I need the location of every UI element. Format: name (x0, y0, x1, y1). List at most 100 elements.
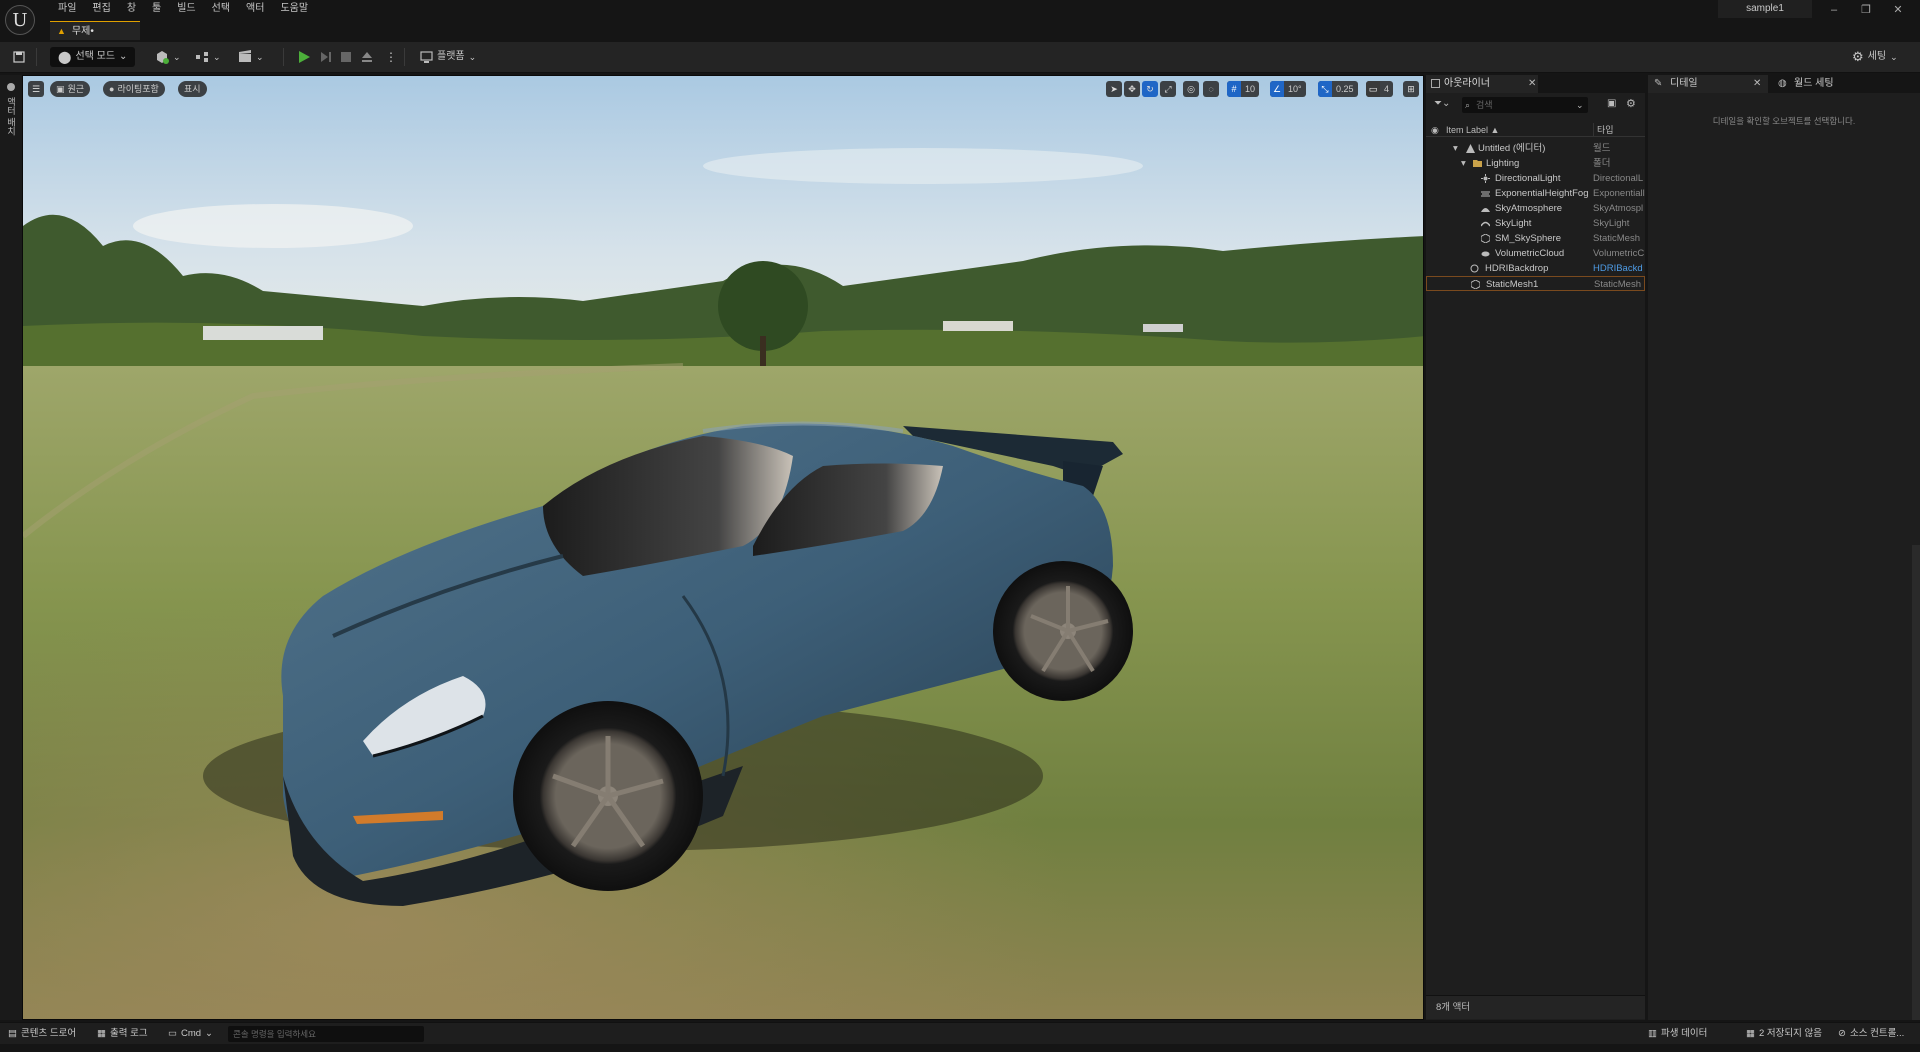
outliner-tab[interactable]: 아웃라이너 ✕ (1426, 75, 1538, 93)
derived-data-button[interactable]: ▥ 파생 데이터 (1648, 1023, 1707, 1045)
menu-edit[interactable]: 편집 (84, 2, 118, 16)
tree-row-directional-light[interactable]: DirectionalLight DirectionalL (1426, 171, 1645, 186)
tree-label: SM_SkySphere (1495, 233, 1562, 244)
col-item-label[interactable]: Item Label ▲ (1446, 123, 1499, 137)
tree-row-lighting-folder[interactable]: ▾ Lighting 폴더 (1426, 156, 1645, 171)
static-mesh-icon (1471, 280, 1480, 289)
close-icon[interactable]: ✕ (1528, 75, 1536, 93)
stop-icon[interactable] (340, 47, 352, 67)
right-scrollbar[interactable] (1912, 545, 1920, 1020)
tree-row-volumetric-cloud[interactable]: VolumetricCloud VolumetricC (1426, 246, 1645, 261)
world-settings-tab[interactable]: ◍ 월드 세팅 (1772, 75, 1882, 93)
viewport-options-icon[interactable]: ☰ (28, 81, 44, 97)
tree-row-static-mesh1[interactable]: StaticMesh1 StaticMesh (1426, 276, 1645, 291)
output-log-label: 출력 로그 (109, 1028, 148, 1039)
maximize-viewport-icon[interactable]: ⊞ (1403, 81, 1419, 97)
step-icon[interactable] (319, 47, 333, 67)
menu-help[interactable]: 도움말 (272, 2, 316, 16)
details-tab-bar: ✎ 디테일 ✕ ◍ 월드 세팅 (1648, 75, 1920, 93)
menu-build[interactable]: 빌드 (169, 2, 203, 16)
add-folder-icon[interactable]: ▣ (1607, 98, 1616, 109)
tree-label: DirectionalLight (1495, 173, 1561, 184)
save-icon[interactable] (13, 47, 25, 67)
output-log-icon: ▦ (97, 1028, 106, 1039)
blueprint-button[interactable]: ⌄ (195, 47, 221, 67)
filter-icon[interactable]: ⏷⌄ (1434, 98, 1450, 109)
settings-button[interactable]: ⚙ 세팅 ⌄ (1852, 47, 1898, 67)
tree-type: Exponentiall (1593, 188, 1645, 199)
source-control-label: 소스 컨트롤... (1849, 1028, 1905, 1039)
outliner-search-input[interactable]: ⌕ 검색 ⌄ (1462, 97, 1588, 113)
unsaved-button[interactable]: ▦ 2 저장되지 않음 (1746, 1023, 1822, 1045)
close-icon[interactable]: ✕ (1753, 75, 1761, 93)
lit-mode-button[interactable]: ● 라이팅포함 (103, 81, 165, 97)
content-drawer-icon: ▤ (8, 1028, 17, 1039)
show-button[interactable]: 표시 (178, 81, 207, 97)
eject-icon[interactable] (361, 47, 373, 67)
outliner-column-header: ◉ Item Label ▲ 타입 (1426, 123, 1645, 137)
place-actors-icon[interactable] (5, 81, 17, 93)
tree-row-hdri-backdrop[interactable]: HDRIBackdrop HDRIBackd (1426, 261, 1645, 276)
viewport-scene[interactable] (23, 76, 1424, 1020)
restore-icon[interactable]: ❐ (1854, 2, 1878, 18)
menu-file[interactable]: 파일 (50, 2, 84, 16)
console-command-input[interactable]: 콘솔 명령을 입력하세요 (228, 1026, 424, 1042)
scale-tool-icon[interactable]: ⤢ (1160, 81, 1176, 97)
chevron-down-icon[interactable]: ⌄ (1576, 97, 1584, 113)
console-icon: ▭ (168, 1028, 177, 1039)
mode-selector-button[interactable]: ⬤ 선택 모드 ⌄ (50, 47, 136, 67)
tree-row-sky-light[interactable]: SkyLight SkyLight (1426, 216, 1645, 231)
menu-tools[interactable]: 툴 (144, 2, 169, 16)
play-icon[interactable] (297, 47, 311, 67)
unreal-logo-icon[interactable]: U (5, 5, 35, 35)
camera-icon: ▭ (1366, 81, 1380, 97)
close-icon[interactable]: ✕ (1886, 2, 1910, 18)
grid-snap-button[interactable]: #10 (1227, 81, 1260, 97)
tree-row-world[interactable]: ▾ Untitled (에디터) 월드 (1426, 141, 1645, 156)
translate-tool-icon[interactable]: ✥ (1124, 81, 1140, 97)
add-actor-button[interactable]: ⌄ (155, 47, 181, 67)
details-tab[interactable]: ✎ 디테일 ✕ (1648, 75, 1768, 93)
surface-snap-icon[interactable]: ◌ (1203, 81, 1219, 97)
scale-snap-button[interactable]: ⤡ 0.25 (1318, 81, 1358, 97)
fog-icon (1481, 191, 1490, 197)
world-local-icon[interactable]: ◎ (1183, 81, 1199, 97)
place-actors-label[interactable]: 액터 배치 (5, 97, 18, 136)
tree-type: StaticMesh (1594, 279, 1641, 290)
blueprint-actor-icon (1470, 264, 1479, 273)
outliner-actor-count: 8개 액터 (1426, 995, 1645, 1019)
camera-speed-button[interactable]: ▭ 4 (1366, 81, 1394, 97)
level-viewport[interactable]: ☰ ▣ 원근 ● 라이팅포함 표시 ➤ ✥ ↻ ⤢ ◎ ◌ #10 ∠ 10° ⤡ 0.… (22, 75, 1424, 1020)
cinematics-button[interactable]: ⌄ (238, 47, 264, 67)
tree-type-link[interactable]: HDRIBackd (1593, 261, 1645, 276)
sky-light-icon (1481, 221, 1490, 227)
sky-atmosphere-icon (1481, 208, 1490, 212)
title-bar: U 파일 편집 창 툴 빌드 선택 액터 도움말 sample1 – ❐ ✕ ▲… (0, 0, 1920, 42)
tree-label: SkyAtmosphere (1495, 203, 1563, 214)
select-tool-icon[interactable]: ➤ (1106, 81, 1122, 97)
lit-label: 라이팅포함 (117, 84, 159, 94)
menu-actor[interactable]: 액터 (238, 2, 272, 16)
platforms-button[interactable]: 플랫폼 ⌄ (420, 47, 476, 67)
gear-icon[interactable]: ⚙ (1626, 97, 1636, 110)
col-type[interactable]: 타입 (1593, 123, 1614, 137)
tree-row-sky-atmosphere[interactable]: SkyAtmosphere SkyAtmospl (1426, 201, 1645, 216)
rotation-snap-button[interactable]: ∠ 10° (1270, 81, 1306, 97)
minimize-icon[interactable]: – (1822, 2, 1846, 18)
play-options-icon[interactable]: ⋮ (385, 47, 397, 67)
status-bar: ▤ 콘텐츠 드로어 ▦ 출력 로그 ▭ Cmd ⌄ 콘솔 명령을 입력하세요 ▥… (0, 1022, 1920, 1044)
output-log-button[interactable]: ▦ 출력 로그 (97, 1023, 148, 1045)
rotate-tool-icon[interactable]: ↻ (1142, 81, 1158, 97)
source-control-button[interactable]: ⊘ 소스 컨트롤... (1838, 1023, 1904, 1045)
angle-icon: ∠ (1270, 81, 1284, 97)
visibility-eye-icon[interactable]: ◉ (1431, 123, 1439, 137)
menu-select[interactable]: 선택 (204, 2, 238, 16)
tree-row-height-fog[interactable]: ExponentialHeightFog Exponentiall (1426, 186, 1645, 201)
tree-row-sky-sphere[interactable]: SM_SkySphere StaticMesh (1426, 231, 1645, 246)
menu-window[interactable]: 창 (119, 2, 144, 16)
pencil-icon: ✎ (1654, 78, 1663, 89)
content-drawer-button[interactable]: ▤ 콘텐츠 드로어 (8, 1023, 76, 1045)
cmd-selector[interactable]: ▭ Cmd ⌄ (168, 1023, 213, 1045)
perspective-button[interactable]: ▣ 원근 (50, 81, 91, 97)
level-tab[interactable]: ▲ 무제• (50, 21, 140, 40)
